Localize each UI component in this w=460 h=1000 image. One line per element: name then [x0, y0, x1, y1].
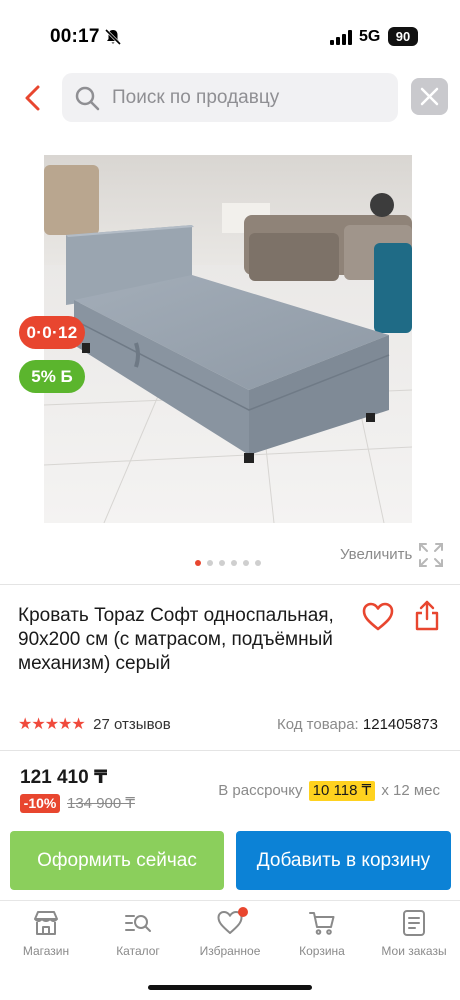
installment-amount: 10 118 ₸ — [308, 781, 376, 801]
product-sku: Код товара: 121405873 — [277, 716, 438, 733]
zoom-button[interactable]: Увеличить — [340, 542, 450, 568]
close-button[interactable] — [411, 78, 448, 115]
pager-dot[interactable] — [219, 560, 225, 566]
pager-dot[interactable] — [231, 560, 237, 566]
zoom-label: Увеличить — [340, 546, 413, 563]
search-icon — [75, 86, 100, 111]
gallery-pager — [195, 560, 267, 568]
divider — [0, 584, 460, 585]
buy-now-button[interactable]: Оформить сейчас — [10, 831, 224, 890]
pager-dot[interactable] — [207, 560, 213, 566]
cart-icon — [309, 912, 335, 935]
share-icon[interactable] — [413, 600, 441, 632]
product-title: Кровать Topaz Софт односпальная, 90x200 … — [18, 605, 334, 674]
old-price: 134 900 ₸ — [67, 795, 135, 812]
nav-item-store[interactable]: Магазин — [0, 909, 92, 965]
bell-muted-icon — [104, 28, 122, 46]
product-photo — [44, 155, 412, 523]
rating-row[interactable]: ★★★★★ 27 отзывов — [18, 714, 171, 734]
installment-info[interactable]: В рассрочку 10 118 ₸ x 12 мес — [218, 781, 440, 801]
status-time: 00:17 — [50, 26, 100, 47]
nav-label-store: Магазин — [22, 944, 70, 958]
bonus-badge: 5% Б — [19, 360, 85, 393]
store-icon — [34, 911, 58, 935]
discount-badge: -10% — [20, 794, 60, 813]
divider — [0, 750, 460, 751]
installment-badge: 0·0·12 — [19, 316, 85, 349]
installment-suffix: x 12 мес — [381, 782, 440, 799]
star-rating-icon: ★★★★★ — [18, 716, 86, 733]
favorite-heart-icon[interactable] — [362, 602, 394, 632]
nav-item-catalog[interactable]: Каталог — [92, 909, 184, 965]
orders-icon — [403, 910, 425, 936]
nav-label-favorites: Избранное — [199, 944, 261, 958]
notification-dot — [238, 907, 248, 917]
nav-label-catalog: Каталог — [116, 944, 160, 958]
pager-dot[interactable] — [195, 560, 201, 566]
search-header — [0, 73, 460, 123]
search-input[interactable] — [112, 73, 392, 122]
nav-item-cart[interactable]: Корзина — [276, 909, 368, 965]
pager-dot[interactable] — [243, 560, 249, 566]
signal-icon — [330, 30, 352, 45]
home-indicator — [148, 985, 312, 990]
current-price: 121 410 ₸ — [20, 767, 108, 788]
network-label: 5G — [359, 28, 381, 45]
catalog-search-icon — [125, 915, 151, 932]
add-to-cart-button[interactable]: Добавить в корзину — [236, 831, 451, 890]
expand-icon — [419, 543, 443, 567]
status-bar: 00:17 5G 90 — [0, 0, 460, 70]
search-box[interactable] — [62, 73, 398, 122]
nav-label-cart: Корзина — [299, 944, 345, 958]
battery-indicator: 90 — [388, 27, 418, 46]
nav-item-favorites[interactable]: Избранное — [184, 907, 276, 965]
nav-label-orders: Мои заказы — [381, 944, 447, 958]
sku-value: 121405873 — [362, 716, 438, 733]
installment-prefix: В рассрочку — [218, 782, 303, 799]
reviews-count: 27 отзывов — [93, 715, 171, 733]
pager-dot[interactable] — [255, 560, 261, 566]
close-icon — [420, 87, 439, 106]
back-arrow-icon[interactable] — [18, 81, 50, 115]
product-image[interactable] — [44, 155, 412, 523]
sku-label: Код товара: — [277, 716, 359, 733]
nav-item-orders[interactable]: Мои заказы — [368, 909, 460, 965]
